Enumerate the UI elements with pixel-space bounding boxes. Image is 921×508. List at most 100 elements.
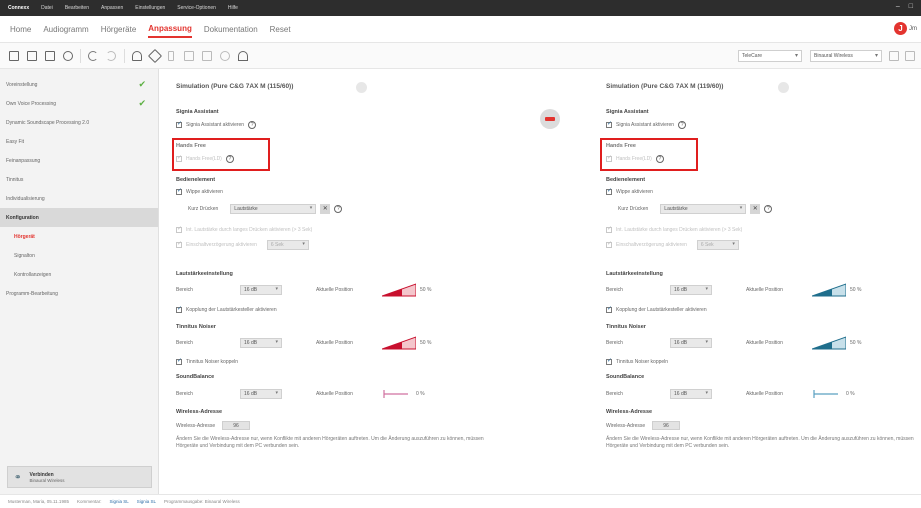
help-icon[interactable]: ? — [225, 155, 234, 163]
kopplung-checkbox[interactable] — [606, 305, 612, 313]
einschaltverzoegerung-select[interactable]: 6 Sek ▾ — [266, 240, 309, 250]
help-icon[interactable]: ? — [334, 205, 343, 213]
tinnitus-kopplung-checkbox[interactable] — [176, 357, 182, 365]
sidebar-item-dynamic-soundscape[interactable]: Dynamic Soundscape Processing 2.0 — [0, 113, 158, 132]
help-icon[interactable]: ? — [678, 121, 687, 129]
open-file-icon[interactable] — [27, 51, 37, 61]
connect-button[interactable]: ⚭ Verbinden Binaural Wireless — [7, 466, 152, 488]
signia-assistant-checkbox[interactable] — [606, 120, 612, 128]
volume-ramp-indicator — [812, 283, 846, 297]
bereich-select[interactable]: 16 dB ▾ — [240, 285, 282, 295]
sidebar-item-signalton[interactable]: Signalton — [0, 246, 158, 265]
section-signia-assistant: Signia Assistant — [606, 109, 649, 115]
tinnitus-bereich-select[interactable]: 16 dB ▾ — [240, 338, 282, 348]
user-icon[interactable] — [238, 51, 248, 61]
tab-dokumentation[interactable]: Dokumentation — [204, 25, 258, 34]
new-file-icon[interactable] — [9, 51, 19, 61]
soundbalance-select[interactable]: 16 dB ▾ — [240, 389, 282, 399]
tinnitus-kopplung-label: Tinnitus Noiser koppeln — [186, 359, 239, 365]
einschaltverzoegerung-checkbox[interactable] — [176, 240, 182, 248]
more-icon[interactable] — [905, 51, 915, 61]
tinnitus-kopplung-row: Tinnitus Noiser koppeln — [606, 357, 668, 365]
wippe-checkbox[interactable] — [176, 187, 182, 195]
menu-app[interactable]: Connexx — [8, 5, 29, 11]
kopplung-checkbox[interactable] — [176, 305, 182, 313]
sidebar-item-tinnitus[interactable]: Tinnitus — [0, 170, 158, 189]
telecare-select[interactable]: TeleCare ▾ — [738, 50, 802, 62]
tinnitus-kopplung-checkbox[interactable] — [606, 357, 612, 365]
hearing-aid-icon[interactable] — [132, 51, 142, 61]
sidebar-item-label: Easy Fit — [6, 138, 25, 145]
int-lautstaerke-checkbox[interactable] — [606, 225, 612, 233]
tinnitus-bereich-row: Bereich 16 dB ▾ Aktuelle Position 50 % — [176, 336, 431, 350]
menu-einstellungen[interactable]: Einstellungen — [135, 5, 165, 11]
hands-free-checkbox[interactable] — [176, 154, 182, 162]
tab-audiogramm[interactable]: Audiogramm — [43, 25, 88, 34]
balance-indicator — [812, 387, 842, 401]
menu-bearbeiten[interactable]: Bearbeiten — [65, 5, 89, 11]
user-account[interactable]: J Jm — [894, 22, 917, 35]
tab-anpassung[interactable]: Anpassung — [148, 24, 192, 38]
help-icon[interactable]: ? — [764, 205, 773, 213]
link-sides-toggle[interactable] — [540, 109, 560, 129]
undo-icon[interactable] — [88, 51, 98, 61]
chevron-down-icon: ▾ — [275, 390, 278, 396]
sidebar-item-easy-fit[interactable]: Easy Fit — [0, 132, 158, 151]
tab-home[interactable]: Home — [10, 25, 31, 34]
kurz-druecken-select[interactable]: Lautstärke ▾ — [660, 204, 747, 214]
wireless-address-button[interactable]: 96 — [652, 421, 680, 430]
wireless-address-button[interactable]: 96 — [222, 421, 250, 430]
int-lautstaerke-checkbox[interactable] — [176, 225, 182, 233]
copy-icon[interactable] — [202, 51, 212, 61]
chevron-down-icon: ▾ — [739, 205, 743, 211]
device-link-right[interactable]: Signia SL — [137, 499, 156, 504]
int-lautstaerke-label: Int. Lautstärke durch langes Drücken akt… — [186, 227, 313, 233]
section-wireless: Wireless-Adresse — [176, 409, 223, 415]
menu-service-optionen[interactable]: Service-Optionen — [177, 5, 216, 11]
soundbalance-select[interactable]: 16 dB ▾ — [670, 389, 712, 399]
bereich-select[interactable]: 16 dB ▾ — [670, 285, 712, 295]
grid-icon[interactable] — [184, 51, 194, 61]
save-icon[interactable] — [45, 51, 55, 61]
sidebar-item-label: Kontrollanzeigen — [14, 271, 52, 278]
sidebar-item-individualisierung[interactable]: Individualisierung — [0, 189, 158, 208]
einschaltverzoegerung-select[interactable]: 6 Sek ▾ — [696, 240, 739, 250]
sidebar-item-voreinstellung[interactable]: Voreinstellung ✔ — [0, 75, 158, 94]
section-lautstaerke: Lautstärkeeinstellung — [606, 271, 663, 277]
menu-hilfe[interactable]: Hilfe — [228, 5, 238, 11]
maximize-button[interactable]: □ — [909, 3, 913, 10]
print-icon[interactable] — [63, 51, 73, 61]
menu-datei[interactable]: Datei — [41, 5, 53, 11]
hands-free-checkbox[interactable] — [606, 154, 612, 162]
device-link-left[interactable]: Signia SL — [109, 499, 128, 504]
sidebar-item-kontrollanzeigen[interactable]: Kontrollanzeigen — [0, 265, 158, 284]
help-icon[interactable]: ? — [655, 155, 664, 163]
chevron-down-icon: ▾ — [874, 53, 878, 59]
redo-icon[interactable] — [106, 51, 116, 61]
tinnitus-bereich-select[interactable]: 16 dB ▾ — [670, 338, 712, 348]
help-icon[interactable]: ? — [248, 121, 257, 129]
sidebar-item-programm-bearbeitung[interactable]: Programm-Bearbeitung — [0, 284, 158, 303]
wireless-mode-select[interactable]: Binaural Wireless ▾ — [810, 50, 882, 62]
mic-icon[interactable] — [168, 51, 174, 61]
kurz-druecken-select[interactable]: Lautstärke ▾ — [230, 204, 317, 214]
sidebar-item-feinanpassung[interactable]: Feinanpassung — [0, 151, 158, 170]
tab-hoergeraete[interactable]: Hörgeräte — [101, 25, 137, 34]
chevron-down-icon: ▾ — [309, 205, 313, 211]
wippe-checkbox[interactable] — [606, 187, 612, 195]
clear-button[interactable]: ✕ — [320, 204, 331, 214]
signia-assistant-checkbox[interactable] — [176, 120, 182, 128]
window-controls: – □ — [896, 3, 913, 10]
refresh-icon[interactable] — [220, 51, 230, 61]
clear-button[interactable]: ✕ — [750, 204, 761, 214]
sidebar-item-hoergeraet[interactable]: Hörgerät — [0, 227, 158, 246]
sidebar-group-konfiguration[interactable]: Konfiguration — [0, 208, 158, 227]
kurz-druecken-label: Kurz Drücken — [618, 206, 649, 212]
tool-icon[interactable] — [147, 48, 163, 64]
einschaltverzoegerung-checkbox[interactable] — [606, 240, 612, 248]
tab-reset[interactable]: Reset — [270, 25, 291, 34]
sidebar-item-own-voice[interactable]: Own Voice Processing ✔ — [0, 94, 158, 113]
minimize-button[interactable]: – — [896, 3, 900, 10]
settings-icon[interactable] — [889, 51, 899, 61]
menu-anpassen[interactable]: Anpassen — [101, 5, 123, 11]
